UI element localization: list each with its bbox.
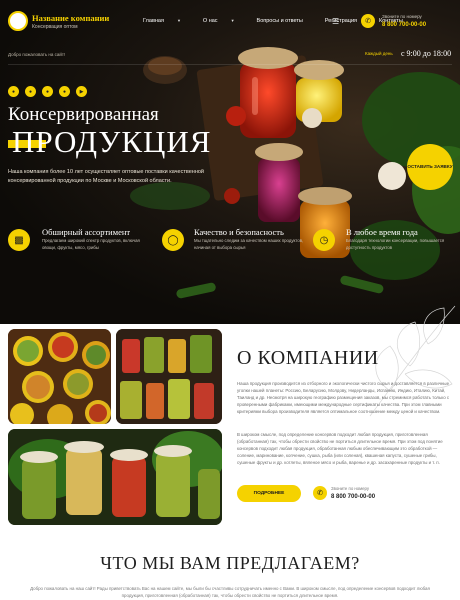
vk-icon[interactable]: ● <box>8 86 19 97</box>
chevron-down-icon: ▼ <box>177 18 181 23</box>
nav-item-label: Вопросы и ответы <box>257 18 303 24</box>
nav-item-label: Регистрация <box>325 18 357 24</box>
feature-text: Предлагаем широкий спектр продуктов, вкл… <box>42 238 154 251</box>
feature-text: Мы тщательно следим за качеством наших п… <box>194 238 306 251</box>
about-paragraph: В широком смысле, под определение консер… <box>237 431 455 466</box>
chevron-down-icon: ▼ <box>231 18 235 23</box>
divider <box>8 64 452 65</box>
nav-item-label: О нас <box>203 18 218 24</box>
working-hours: с 9:00 до 18:00 <box>401 49 451 58</box>
shield-icon: ◯ <box>162 229 184 251</box>
order-button[interactable]: ОСТАВИТЬ ЗАЯВКУ <box>407 144 453 190</box>
viber-icon[interactable]: ● <box>59 86 70 97</box>
feature-title: Качество и безопасность <box>194 227 284 237</box>
hero-title-line1: Консервированная <box>8 104 159 126</box>
nav-item-faq[interactable]: Вопросы и ответы <box>257 18 314 24</box>
phone-number[interactable]: 8 800 700-00-00 <box>382 22 426 28</box>
about-title: О КОМПАНИИ <box>237 347 379 370</box>
nav-item-label: Главная <box>143 18 164 24</box>
jar-icon: ▩ <box>8 229 30 251</box>
hero-title-line2: ПРОДУКЦИЯ <box>12 124 211 160</box>
hero-description: Наша компания более 10 лет осуществляет … <box>8 168 244 185</box>
hero-section: Название компании Консервация оптом Глав… <box>0 0 460 324</box>
phone-label: Звоните по номеру <box>331 486 369 491</box>
company-name[interactable]: Название компании <box>32 13 109 23</box>
gallery-image-pickles <box>8 429 222 525</box>
company-logo[interactable] <box>8 11 28 31</box>
phone-number[interactable]: 8 800 700-00-00 <box>331 494 375 500</box>
gallery-image-jars-shelf <box>116 329 222 424</box>
youtube-icon[interactable]: ▶ <box>76 86 87 97</box>
phone-label: Звоните по номеру <box>382 14 422 19</box>
nav-item-about[interactable]: О нас ▼ <box>203 18 246 24</box>
working-days-label: Каждый день <box>365 51 393 56</box>
feature-title: Обширный ассортимент <box>42 227 130 237</box>
clock-icon: ◷ <box>313 229 335 251</box>
feature-text: Благодаря технологии консервации, повыша… <box>346 238 454 251</box>
feature-title: В любое время года <box>346 227 418 237</box>
hamburger-icon[interactable]: ☰ <box>332 17 339 26</box>
whatsapp-icon[interactable]: ● <box>42 86 53 97</box>
welcome-text: Добро пожаловать на сайт! <box>8 52 65 57</box>
offer-title: ЧТО МЫ ВАМ ПРЕДЛАГАЕМ? <box>0 553 460 574</box>
phone-icon[interactable]: ✆ <box>361 14 375 28</box>
about-paragraph: Наша продукция производится из отборного… <box>237 380 455 415</box>
offer-description: Добро пожаловать на наш сайт! Рады приве… <box>25 585 435 599</box>
company-slogan: Консервация оптом <box>32 24 78 30</box>
phone-icon[interactable]: ✆ <box>313 486 327 500</box>
gallery-image-jars-top <box>8 329 111 424</box>
hero-background-image <box>0 0 460 324</box>
telegram-icon[interactable]: ● <box>25 86 36 97</box>
site-header: Название компании Консервация оптом Глав… <box>0 0 460 42</box>
nav-item-home[interactable]: Главная ▼ <box>143 18 192 24</box>
more-button[interactable]: ПОДРОБНЕЕ <box>237 485 301 502</box>
